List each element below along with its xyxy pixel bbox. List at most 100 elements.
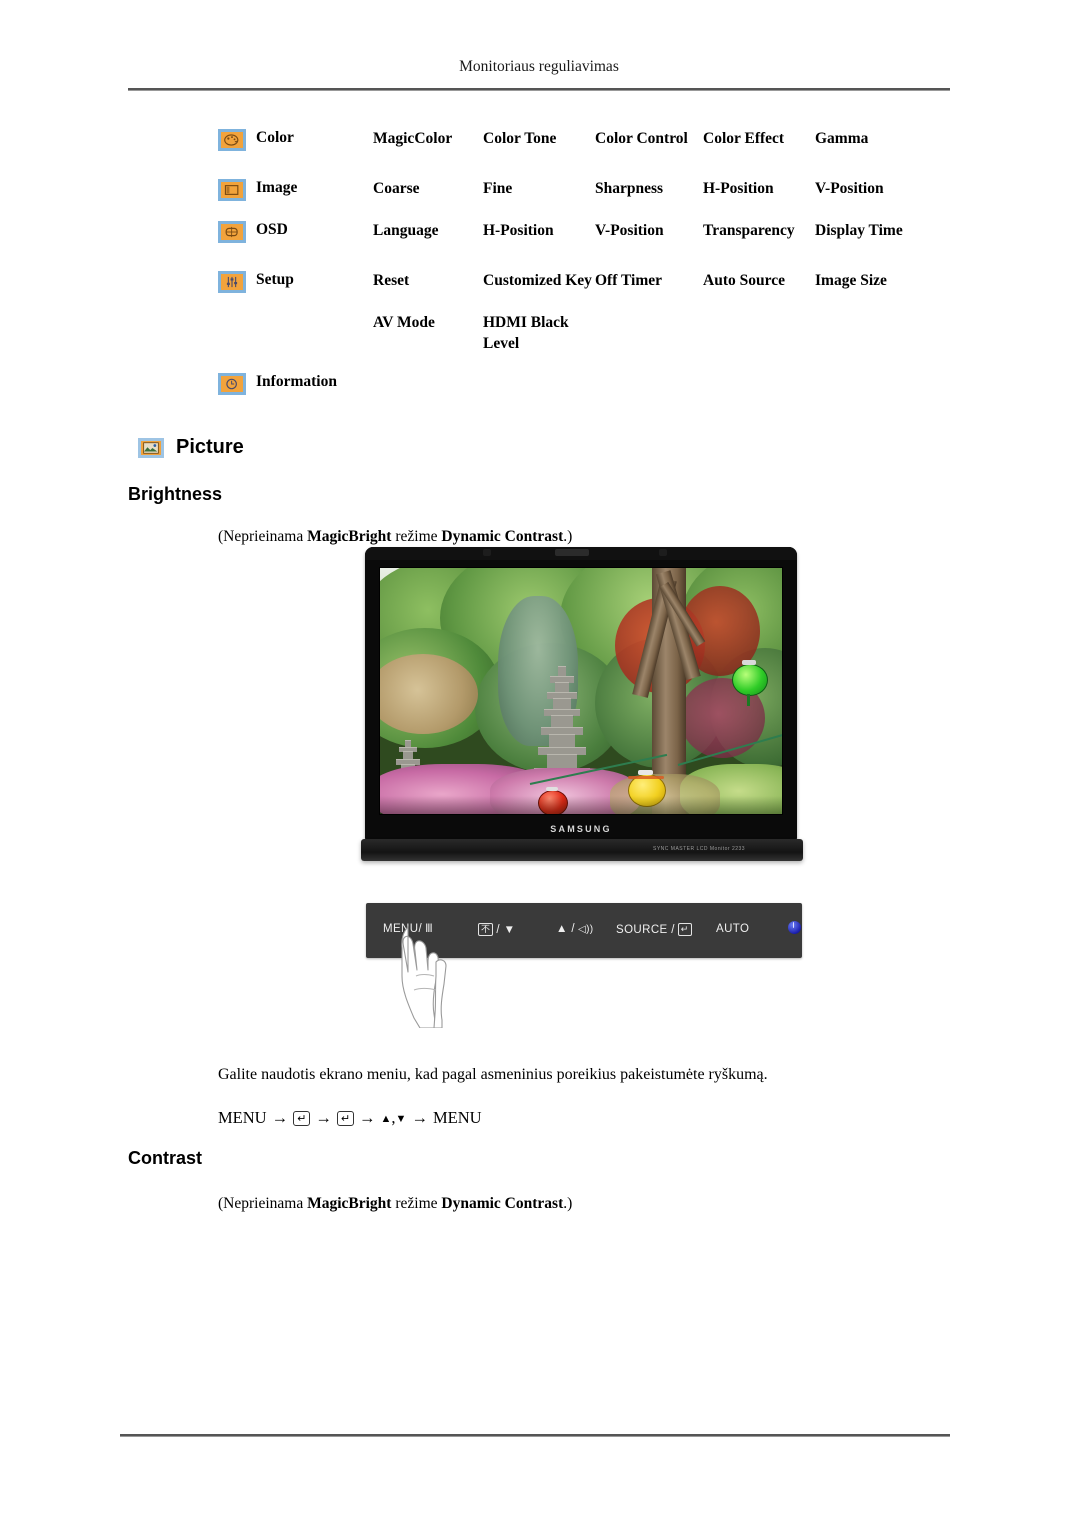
menu-item[interactable]: Fine [483,178,595,199]
menu-item[interactable]: Reset [373,270,483,291]
picture-section-heading: Picture [138,436,244,459]
footer-divider [120,1434,950,1437]
menu-item[interactable]: Color Tone [483,128,595,149]
note-bold-magicbright: MagicBright [307,528,392,545]
menu-item[interactable]: V-Position [595,220,703,241]
picture-icon [138,437,164,458]
brightness-usage-text: Galite naudotis ekrano meniu, kad pagal … [218,1066,768,1083]
arrow-glyph: → [315,1108,332,1127]
menu-item[interactable]: Customized Key [483,270,595,291]
menu-category-osd[interactable]: OSD [218,220,373,243]
header-divider [128,88,950,91]
menu-category-label: Image [256,179,298,196]
menu-category-image[interactable]: Image [218,178,373,201]
note-bold-magicbright: MagicBright [307,1195,392,1212]
monitor-bezel: SAMSUNG [365,547,797,842]
lantern-green [732,664,768,696]
menu-path-end: MENU [432,1108,482,1127]
bezel-sensor-left [483,549,491,556]
table-row: Color MagicColor Color Tone Color Contro… [218,128,958,152]
lantern-green-cap [742,660,756,665]
up-arrow-label: ▲ / [556,923,575,935]
scene-vignette [380,796,782,814]
menu-item[interactable]: AV Mode [373,312,483,333]
enter-icon: ↵ [293,1111,311,1126]
menu-category-color[interactable]: Color [218,128,373,151]
menu-item[interactable]: Color Effect [703,128,815,149]
menu-item[interactable]: Color Control [595,128,703,149]
brightness-note: (Neprieinama MagicBright režime Dynamic … [218,527,572,547]
menu-category-label: Setup [256,271,294,288]
menu-item[interactable]: V-Position [815,178,935,199]
magicbright-down-button[interactable]: 不 / ▼ [478,923,515,936]
note-bold-dynamic-contrast: Dynamic Contrast [441,528,564,545]
table-row: OSD Language H-Position V-Position Trans… [218,220,958,244]
page-title: Picture [176,436,244,458]
menu-path-start: MENU [218,1108,267,1127]
monitor-top-bezel [365,547,797,560]
setup-sliders-icon [218,271,246,293]
note-suffix: .) [563,528,573,545]
menu-item[interactable]: Transparency [703,220,815,241]
arrow-glyph: → [359,1108,376,1127]
menu-item[interactable]: Coarse [373,178,483,199]
menu-category-information[interactable]: Information [218,372,373,395]
down-arrow-icon: ▼ [395,1113,407,1125]
note-bold-dynamic-contrast: Dynamic Contrast [441,1195,564,1212]
brightness-heading: Brightness [128,484,223,504]
menu-button-label: MENU/ [383,923,423,935]
note-suffix: .) [563,1195,573,1212]
control-panel-labels: MENU/III 不 / ▼ ▲ / ◁)) SOURCE / ↵ AUTO [366,903,802,958]
note-mid: režime [391,1195,442,1212]
menu-item[interactable]: Language [373,220,483,241]
table-row: Image Coarse Fine Sharpness H-Position V… [218,178,958,202]
menu-category-setup[interactable]: Setup [218,270,373,293]
menu-exit-button[interactable]: MENU/III [383,923,433,935]
brightness-menu-path: MENU → ↵ → ↵ → ▲,▼ → MENU [218,1108,482,1128]
menu-item[interactable]: Image Size [815,270,935,291]
menu-item[interactable]: Off Timer [595,270,703,291]
running-header: Monitoriaus reguliavimas [459,58,619,75]
osd-box-icon [218,221,246,243]
monitor-stand-base: SYNC MASTER LCD Monitor 2233 [361,839,803,861]
lantern-green-tassel [747,694,750,706]
menu-item[interactable]: H-Position [703,178,815,199]
down-arrow-label: / ▼ [496,923,516,936]
menu-item[interactable]: H-Position [483,220,595,241]
source-enter-button[interactable]: SOURCE / ↵ [616,923,692,936]
base-model-text: SYNC MASTER LCD Monitor 2233 [653,846,746,852]
power-icon [788,921,801,934]
menu-category-label: Color [256,129,294,146]
up-arrow-icon: ▲ [380,1113,392,1125]
menu-item[interactable]: Sharpness [595,178,703,199]
table-row: Information [218,372,958,396]
menu-category-label: Information [256,373,337,390]
table-row: AV Mode HDMI Black Level [218,312,958,354]
image-frame-icon [218,179,246,201]
lantern-yellow-band [628,776,664,779]
table-row: Setup Reset Customized Key Off Timer Aut… [218,270,958,294]
magic-bright-icon: 不 [478,923,494,936]
brand-logo: SAMSUNG [550,824,612,834]
lantern-yellow-cap [638,770,653,775]
exit-icon: III [425,923,433,935]
power-button[interactable] [788,921,801,934]
contrast-note: (Neprieinama MagicBright režime Dynamic … [218,1194,572,1214]
contrast-heading: Contrast [128,1148,203,1168]
volume-up-button[interactable]: ▲ / ◁)) [556,923,594,935]
auto-button[interactable]: AUTO [716,923,749,935]
osd-menu-table: Color MagicColor Color Tone Color Contro… [218,128,958,422]
information-clock-icon [218,373,246,395]
monitor-screen [379,567,783,815]
source-button-label: SOURCE / [616,923,675,936]
menu-item[interactable]: Gamma [815,128,935,149]
monitor-control-panel: MENU/III 不 / ▼ ▲ / ◁)) SOURCE / ↵ AUTO [366,903,802,958]
enter-icon: ↵ [336,1111,355,1126]
menu-item[interactable]: HDMI Black Level [483,312,595,354]
menu-item[interactable]: Auto Source [703,270,815,291]
bezel-logo-plate [555,549,589,556]
note-prefix: (Neprieinama [218,528,308,545]
menu-item[interactable]: Display Time [815,220,935,241]
menu-item[interactable]: MagicColor [373,128,483,149]
arrow-glyph: → [271,1108,289,1127]
